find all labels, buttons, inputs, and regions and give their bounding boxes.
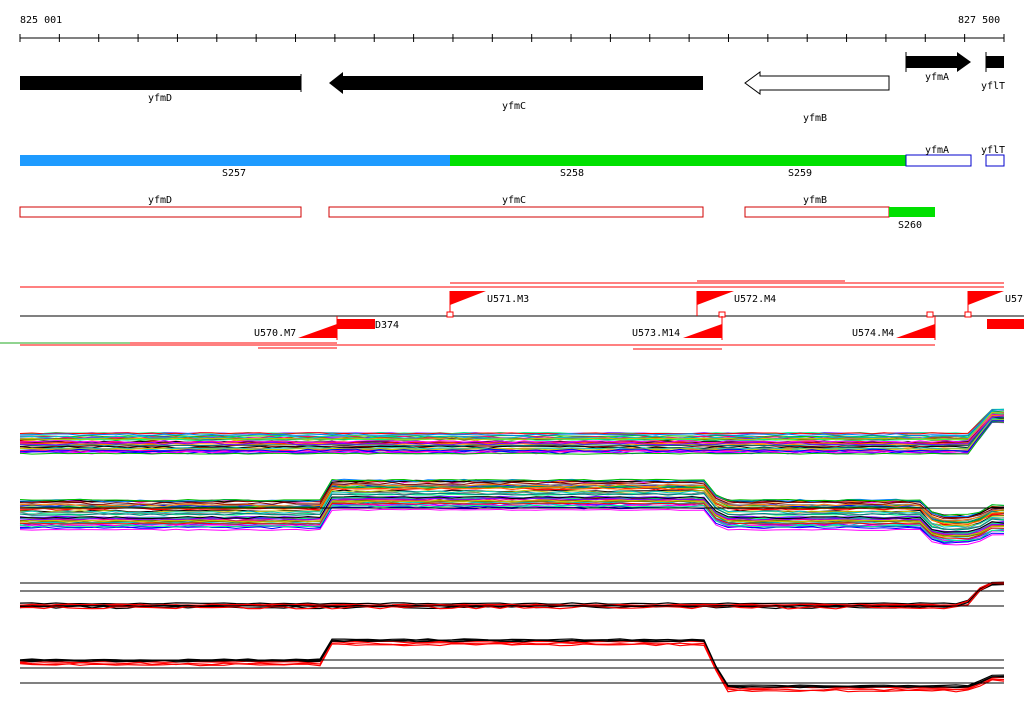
terminator-D374[interactable]	[337, 319, 375, 329]
transcript-box-yfmD[interactable]	[19, 206, 302, 218]
gene-arrow-yfmB[interactable]	[744, 71, 890, 95]
promoter-label-U570.M7: U570.M7	[254, 328, 296, 339]
expression-profile-line	[19, 409, 1005, 436]
terminator-right-block[interactable]	[987, 319, 1024, 329]
transcript-box-yfmC[interactable]	[328, 206, 704, 218]
promoter-label-U574.M4: U574.M4	[852, 328, 894, 339]
gene-arrow-yfmA[interactable]	[906, 52, 971, 72]
expression-track-1	[19, 408, 1005, 455]
expression-profile-line	[19, 582, 1005, 607]
transcript-label-yfmC: yfmC	[502, 195, 526, 206]
segment-label-S257: S257	[222, 168, 246, 179]
promoter-U573.M14[interactable]	[683, 316, 723, 340]
regulatory-track: U571.M3 U572.M4 U57 U570.M7 U573.M14 U57…	[0, 280, 1024, 350]
promoter-U57[interactable]	[926, 291, 1004, 318]
gene-track: yfmD yfmC yfmB yfmA yflT	[20, 52, 1005, 124]
expression-profile-line	[20, 408, 1005, 435]
terminator-label-D374: D374	[375, 320, 399, 331]
transcript-label-yfmB: yfmB	[803, 195, 827, 206]
gene-label-yfmC: yfmC	[502, 101, 526, 112]
segment-label-yflT: yflT	[981, 145, 1005, 156]
transcript-label-yfmD: yfmD	[148, 195, 172, 206]
segment-bar-S259[interactable]	[750, 155, 906, 166]
segment-label-S259: S259	[788, 168, 812, 179]
promoter-U570.M7[interactable]	[298, 316, 338, 340]
gene-label-yfmD: yfmD	[148, 93, 172, 104]
expression-track-3	[19, 581, 1005, 610]
segment-track: S257 S258 S259 yfmA yflT	[20, 145, 1005, 179]
transcript-label-S260: S260	[898, 220, 922, 231]
promoter-label-U573.M14: U573.M14	[632, 328, 680, 339]
promoter-U571.M3[interactable]	[446, 291, 486, 318]
gene-arrow-yfmD[interactable]	[20, 76, 301, 90]
segment-bar-S257[interactable]	[20, 155, 450, 166]
expression-profile-line	[19, 408, 1005, 435]
gene-label-yflT: yflT	[981, 81, 1005, 92]
expression-profile-line	[19, 409, 1005, 435]
promoter-label-U571.M3: U571.M3	[487, 294, 529, 305]
gene-label-yfmA: yfmA	[925, 72, 949, 83]
promoter-U574.M4[interactable]	[896, 316, 936, 340]
track-canvas: 825 001 827 500 yfmD yfmC yfmB yfmA yflT	[0, 15, 1024, 693]
expression-track-2	[19, 478, 1005, 546]
segment-bar-S258[interactable]	[450, 155, 750, 166]
gene-arrow-yfmC[interactable]	[329, 72, 703, 94]
transcript-bar-S260[interactable]	[889, 207, 935, 217]
expression-profile-line	[19, 581, 1005, 605]
transcript-track: yfmD yfmC yfmB S260	[19, 195, 935, 231]
promoter-label-U57: U57	[1005, 294, 1023, 305]
segment-label-yfmA: yfmA	[925, 145, 949, 156]
gene-arrow-yflT[interactable]	[986, 56, 1004, 68]
ruler-end-label: 827 500	[958, 15, 1000, 26]
segment-box-yfmA[interactable]	[905, 154, 972, 167]
promoter-label-U572.M4: U572.M4	[734, 294, 776, 305]
coordinate-ruler: 825 001 827 500	[19, 15, 1005, 42]
genome-browser-view: 825 001 827 500 yfmD yfmC yfmB yfmA yflT	[0, 0, 1024, 714]
expression-track-4	[19, 638, 1005, 693]
gene-label-yfmB: yfmB	[803, 113, 827, 124]
segment-label-S258: S258	[560, 168, 584, 179]
expression-profile-line	[19, 581, 1005, 607]
transcript-box-yfmB[interactable]	[744, 206, 890, 218]
ruler-start-label: 825 001	[20, 15, 62, 26]
segment-box-yflT[interactable]	[985, 154, 1005, 167]
promoter-U572.M4[interactable]	[696, 291, 734, 318]
